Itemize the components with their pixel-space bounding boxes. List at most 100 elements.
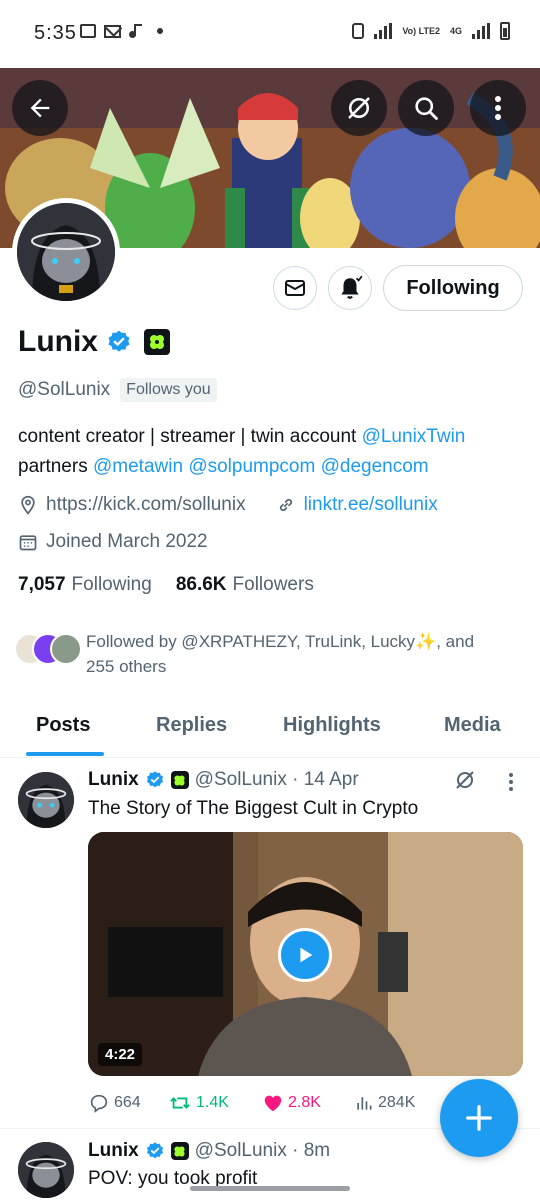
tab-highlights[interactable]: Highlights (283, 714, 381, 737)
compose-post-button[interactable] (440, 1079, 518, 1157)
followers-label: Followers (232, 574, 314, 595)
like-count: 2.8K (288, 1094, 321, 1111)
status-bar: 5:35 Vo) LTE2 4G (0, 0, 540, 68)
gallery-icon (80, 24, 96, 38)
battery-saver-icon (352, 23, 365, 39)
location-pin-icon (21, 495, 35, 515)
verified-badge-icon (146, 1142, 163, 1159)
status-time: 5:35 (34, 22, 77, 44)
following-button[interactable]: Following (383, 265, 523, 311)
joined-date: Joined March 2022 (46, 531, 208, 552)
affiliate-badge (170, 1142, 189, 1160)
linktree-link[interactable]: linktr.ee/sollunix (304, 494, 438, 516)
avatar-image (17, 203, 115, 301)
mention-degencom[interactable]: @degencom (321, 456, 429, 477)
profile-website[interactable]: https://kick.com/sollunix (46, 494, 246, 516)
following-count: 7,057 (18, 574, 66, 595)
battery-icon (500, 22, 510, 40)
network-type-label: 4G (449, 25, 462, 36)
verified-badge-icon (146, 771, 163, 788)
message-button[interactable] (273, 266, 317, 310)
bio-line-1: content creator | streamer | twin accoun… (18, 422, 528, 452)
mention-lunixtwin[interactable]: @LunixTwin (362, 426, 466, 447)
views-chart-icon (357, 1097, 372, 1110)
signal-icon (374, 23, 393, 39)
profile-tabs: Posts Replies Highlights Media (0, 700, 540, 758)
user-handle: @SolLunix (18, 379, 111, 400)
verified-badge-icon[interactable] (106, 329, 132, 355)
post-more-icon[interactable] (508, 772, 514, 792)
repost-icon (170, 1097, 190, 1109)
tab-replies[interactable]: Replies (156, 714, 227, 737)
profile-bio: content creator | streamer | twin accoun… (18, 422, 528, 482)
profile-avatar[interactable] (12, 198, 120, 306)
play-button[interactable] (278, 928, 332, 982)
website-row: https://kick.com/sollunix linktr.ee/soll… (18, 494, 438, 516)
display-name: Lunix (18, 325, 98, 358)
grok-icon[interactable] (453, 768, 477, 792)
plus-icon (466, 1105, 492, 1131)
affiliate-badge (170, 771, 189, 789)
mention-metawin[interactable]: @metawin (93, 456, 183, 477)
grok-icon (348, 97, 370, 119)
clover-icon (174, 1145, 185, 1157)
affiliate-badge[interactable] (144, 329, 170, 355)
hooded-figure-avatar (17, 203, 115, 301)
notifications-button[interactable] (328, 266, 372, 310)
notification-icons (80, 24, 163, 38)
following-stat[interactable]: 7,057 Following (18, 574, 152, 596)
gesture-navigation-bar[interactable] (190, 1186, 350, 1191)
post-author-avatar[interactable] (18, 1142, 74, 1198)
post-header: Lunix @SolLunix · 14 Apr (88, 769, 359, 791)
bio-line-2: partners @metawin @solpumpcom @degencom (18, 452, 528, 482)
music-icon (129, 24, 143, 38)
followers-count: 86.6K (175, 574, 227, 595)
like-action[interactable]: 2.8K (262, 1092, 354, 1114)
search-button[interactable] (398, 80, 454, 136)
link-icon (279, 498, 292, 512)
handle-row: @SolLunix Follows you (18, 378, 217, 402)
grok-button[interactable] (331, 80, 387, 136)
followed-by-text: Followed by @XRPATHEZY, TruLink, Lucky✨,… (86, 632, 475, 676)
mention-solpumpcom[interactable]: @solpumpcom (188, 456, 315, 477)
follow-stats: 7,057 Following 86.6K Followers (18, 574, 314, 596)
reply-icon (90, 1094, 108, 1113)
active-tab-indicator (26, 752, 104, 756)
follower-avatar-3 (50, 633, 82, 665)
hooded-figure-avatar (18, 772, 74, 828)
repost-action[interactable]: 1.4K (168, 1092, 262, 1114)
search-icon (415, 97, 438, 120)
play-icon (300, 947, 313, 963)
calendar-icon (19, 535, 37, 551)
post-handle-time: @SolLunix · 8m (194, 1140, 331, 1161)
video-duration: 4:22 (98, 1043, 143, 1066)
reply-count: 664 (114, 1094, 141, 1111)
post-text: The Story of The Biggest Cult in Crypto (88, 798, 419, 819)
views-action[interactable]: 284K (354, 1093, 454, 1113)
back-button[interactable] (12, 80, 68, 136)
gmail-icon (104, 24, 121, 38)
tab-posts[interactable]: Posts (36, 714, 90, 737)
reply-action[interactable]: 664 (88, 1092, 168, 1114)
more-vertical-icon (495, 96, 501, 120)
follows-you-badge: Follows you (120, 378, 217, 402)
more-options-button[interactable] (470, 80, 526, 136)
followed-by-avatars (14, 629, 82, 665)
followed-by[interactable]: Followed by @XRPATHEZY, TruLink, Lucky✨,… (14, 629, 506, 679)
post-handle-time: @SolLunix · 14 Apr (194, 769, 359, 790)
network-label: Vo) LTE2 (402, 25, 440, 36)
hooded-figure-avatar (18, 1142, 74, 1198)
post-author-name[interactable]: Lunix (88, 769, 139, 791)
post-video[interactable]: 4:22 (88, 832, 523, 1076)
envelope-icon (285, 280, 305, 296)
post-author-avatar[interactable] (18, 772, 74, 828)
post-author-name[interactable]: Lunix (88, 1140, 139, 1162)
bio-text-2: partners (18, 456, 93, 477)
followers-stat[interactable]: 86.6K Followers (176, 574, 314, 596)
tab-media[interactable]: Media (444, 714, 501, 737)
view-count: 284K (378, 1094, 416, 1111)
joined-row: Joined March 2022 (18, 531, 208, 553)
post-header: Lunix @SolLunix · 8m (88, 1140, 330, 1162)
post-actions: 664 1.4K 2.8K 284K (88, 1092, 488, 1114)
back-arrow-icon (30, 98, 50, 118)
